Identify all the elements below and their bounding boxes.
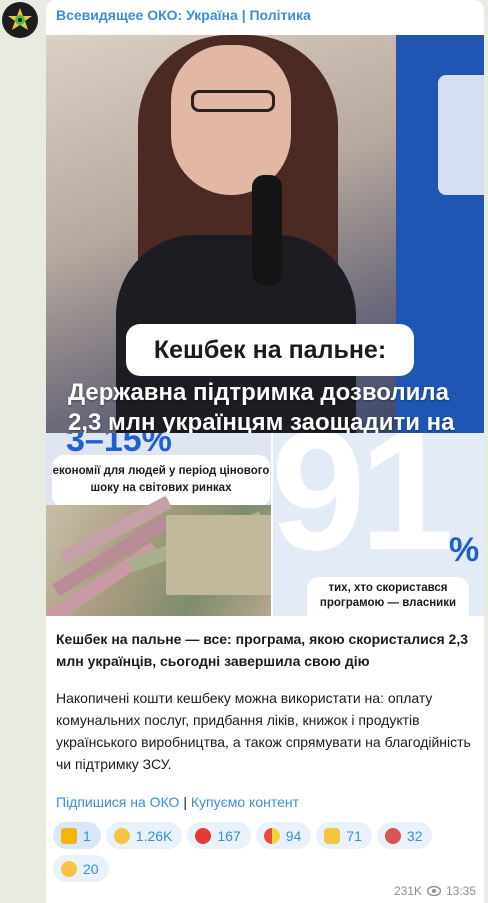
pill-icon	[263, 827, 280, 844]
reaction-count: 167	[217, 827, 241, 844]
thumbs-up-icon	[324, 827, 341, 844]
subscribe-link[interactable]: Підпишися на ОКО	[56, 794, 179, 810]
owners-photo[interactable]: 91 % тих, хто скористався програмою — вл…	[273, 433, 484, 616]
reaction-angry[interactable]: 32	[376, 822, 433, 849]
post-meta: 231K 13:35	[394, 884, 476, 898]
reaction-count: 32	[406, 827, 423, 844]
image-subtitle: Державна підтримка дозволила 2,3 млн укр…	[68, 378, 484, 433]
reaction-pill[interactable]: 94	[255, 822, 312, 849]
banknotes-image	[46, 495, 271, 616]
image-subtitle-line2: 2,3 млн українцям заощадити на	[68, 409, 455, 433]
link-separator: |	[183, 794, 187, 810]
main-photo[interactable]: Кешбек на пальне: Державна підтримка доз…	[46, 35, 484, 433]
owners-big-number: 91	[273, 433, 454, 586]
reaction-thumbs-up[interactable]: 71	[316, 822, 372, 849]
owners-caption: тих, хто скористався програмою — власник…	[307, 577, 469, 616]
savings-photo[interactable]: 3–15% економії для людей у період ціново…	[46, 433, 271, 616]
angry-face-icon	[384, 827, 401, 844]
message-bubble: Всевидящее ОКО: Україна | Політика Кешбе…	[46, 0, 484, 903]
image-subtitle-line1: Державна підтримка дозволила	[68, 379, 449, 406]
reaction-heart[interactable]: 167	[187, 822, 251, 849]
buy-content-link[interactable]: Купуємо контент	[191, 794, 299, 810]
reaction-count: 1.26K	[135, 827, 173, 844]
reaction-count: 94	[285, 827, 302, 844]
reaction-sad[interactable]: 20	[53, 855, 109, 882]
channel-avatar[interactable]	[2, 2, 38, 38]
speaker-face	[171, 45, 291, 195]
reaction-count: 71	[346, 827, 362, 844]
post-time: 13:35	[445, 884, 476, 898]
reactions-bar: 1 1.26K 167 94 71 32 20	[53, 822, 477, 882]
channel-name[interactable]: Всевидящее ОКО: Україна | Політика	[56, 7, 311, 23]
sad-face-icon	[61, 860, 77, 877]
reaction-count: 20	[83, 860, 99, 877]
rofl-icon	[113, 827, 130, 844]
image-title: Кешбек на пальне:	[126, 324, 414, 376]
views-count: 231K	[393, 884, 422, 898]
reaction-count: 1	[83, 827, 91, 844]
heart-icon	[195, 827, 212, 844]
post-links: Підпишися на ОКО | Купуємо контент	[56, 794, 299, 810]
blue-backdrop	[396, 35, 484, 433]
eye-icon	[426, 886, 441, 896]
star-icon	[61, 827, 77, 844]
eye-star-logo-icon	[8, 8, 32, 30]
microphone	[252, 175, 282, 285]
speaker-glasses	[191, 90, 275, 112]
owners-percent-sign: %	[449, 531, 480, 569]
reaction-rofl[interactable]: 1.26K	[105, 822, 183, 849]
post-title: Кешбек на пальне — все: програма, якою с…	[56, 631, 469, 669]
post-body: Накопичені кошти кешбеку можна використа…	[56, 690, 471, 772]
reaction-star[interactable]: 1	[53, 822, 101, 849]
